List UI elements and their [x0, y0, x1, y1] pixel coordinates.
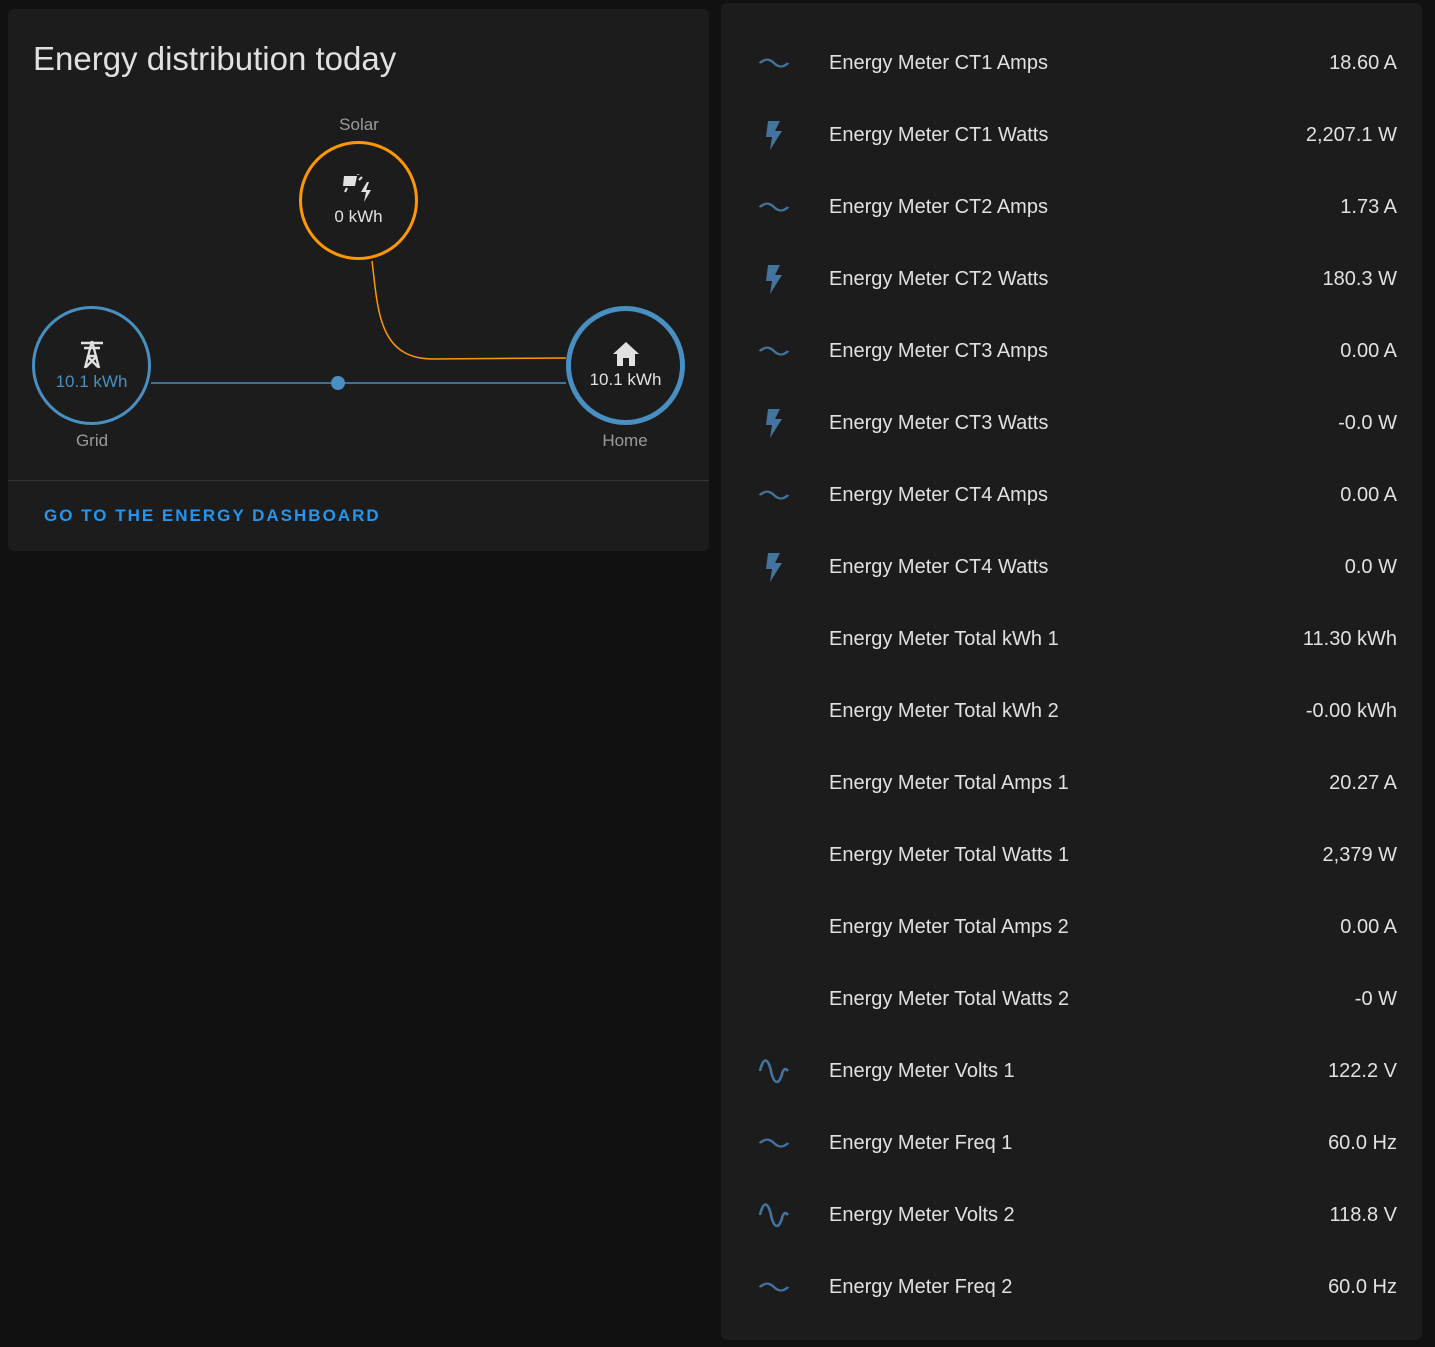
- entity-row[interactable]: Energy Meter Volts 1 122.2 V: [721, 1035, 1422, 1107]
- grid-value: 10.1 kWh: [55, 372, 128, 391]
- entity-name: Energy Meter CT2 Amps: [829, 196, 1048, 218]
- entity-value: 20.27 A: [1329, 772, 1397, 794]
- home-label: Home: [602, 431, 648, 450]
- solar-to-home-line: [371, 260, 567, 360]
- entity-name: Energy Meter Total Amps 2: [829, 916, 1069, 938]
- flash-icon: [757, 262, 791, 296]
- entity-row[interactable]: Energy Meter CT2 Watts 180.3 W: [721, 243, 1422, 315]
- entity-value: 0.00 A: [1340, 340, 1397, 362]
- entity-value: -0.0 W: [1338, 412, 1397, 434]
- current-ac-icon: [757, 190, 791, 224]
- entity-name: Energy Meter CT3 Watts: [829, 412, 1049, 434]
- entity-name: Energy Meter Volts 1: [829, 1060, 1015, 1082]
- empty-icon-slot: [757, 982, 791, 1016]
- entity-name: Energy Meter Total Watts 1: [829, 844, 1070, 866]
- entity-row[interactable]: Energy Meter Total Amps 2 0.00 A: [721, 891, 1422, 963]
- entity-value: 0.0 W: [1344, 556, 1397, 578]
- grid-node[interactable]: 10.1 kWh: [32, 306, 151, 425]
- entity-row[interactable]: Energy Meter Total Amps 1 20.27 A: [721, 747, 1422, 819]
- entity-name: Energy Meter Total Watts 2: [829, 988, 1070, 1010]
- entity-value: 0.00 A: [1340, 916, 1397, 938]
- empty-icon-slot: [757, 910, 791, 944]
- current-ac-icon: [757, 1270, 791, 1304]
- entity-name: Energy Meter Total kWh 1: [829, 628, 1059, 650]
- entity-row[interactable]: Energy Meter Freq 2 60.0 Hz: [721, 1251, 1422, 1323]
- solar-node[interactable]: 0 kWh: [299, 141, 418, 260]
- entity-name: Energy Meter CT1 Watts: [829, 124, 1049, 146]
- entity-name: Energy Meter CT1 Amps: [829, 52, 1048, 74]
- entity-value: 180.3 W: [1322, 268, 1397, 290]
- home-value: 10.1 kWh: [589, 370, 662, 389]
- current-ac-icon: [757, 46, 791, 80]
- entity-row[interactable]: Energy Meter Freq 1 60.0 Hz: [721, 1107, 1422, 1179]
- entity-row[interactable]: Energy Meter CT4 Watts 0.0 W: [721, 531, 1422, 603]
- flash-icon: [757, 118, 791, 152]
- entity-name: Energy Meter Volts 2: [829, 1204, 1015, 1226]
- entity-value: -0 W: [1354, 988, 1397, 1010]
- entity-name: Energy Meter Freq 2: [829, 1276, 1013, 1298]
- current-ac-icon: [757, 478, 791, 512]
- entity-value: 1.73 A: [1340, 196, 1397, 218]
- entity-row[interactable]: Energy Meter CT1 Watts 2,207.1 W: [721, 99, 1422, 171]
- entity-value: 122.2 V: [1328, 1060, 1397, 1082]
- entity-row[interactable]: Energy Meter CT3 Amps 0.00 A: [721, 315, 1422, 387]
- empty-icon-slot: [757, 694, 791, 728]
- current-ac-icon: [757, 334, 791, 368]
- grid-flow-dot: [331, 376, 345, 390]
- entity-row[interactable]: Energy Meter CT2 Amps 1.73 A: [721, 171, 1422, 243]
- empty-icon-slot: [757, 622, 791, 656]
- flash-icon: [757, 550, 791, 584]
- entity-row[interactable]: Energy Meter Total Watts 1 2,379 W: [721, 819, 1422, 891]
- transmission-tower-icon: [80, 340, 103, 369]
- sine-wave-icon: [757, 1054, 791, 1088]
- entity-name: Energy Meter CT4 Watts: [829, 556, 1049, 578]
- card-divider: [8, 480, 709, 481]
- entity-row[interactable]: Energy Meter Total kWh 1 11.30 kWh: [721, 603, 1422, 675]
- grid-label: Grid: [75, 431, 109, 450]
- entity-row[interactable]: Energy Meter CT1 Amps 18.60 A: [721, 27, 1422, 99]
- empty-icon-slot: [757, 838, 791, 872]
- entity-value: 18.60 A: [1329, 52, 1397, 74]
- entity-value: 11.30 kWh: [1302, 628, 1397, 650]
- entity-value: 0.00 A: [1340, 484, 1397, 506]
- entity-row[interactable]: Energy Meter CT4 Amps 0.00 A: [721, 459, 1422, 531]
- entity-row[interactable]: Energy Meter Total Watts 2 -0 W: [721, 963, 1422, 1035]
- flash-icon: [757, 406, 791, 440]
- entity-value: 60.0 Hz: [1328, 1276, 1397, 1298]
- entity-value: 2,379 W: [1322, 844, 1397, 866]
- sine-wave-icon: [757, 1198, 791, 1232]
- entity-name: Energy Meter Total Amps 1: [829, 772, 1069, 794]
- entity-value: 118.8 V: [1329, 1204, 1397, 1226]
- solar-value: 0 kWh: [334, 207, 383, 226]
- entity-name: Energy Meter CT3 Amps: [829, 340, 1048, 362]
- entity-value: 2,207.1 W: [1305, 124, 1397, 146]
- entity-row[interactable]: Energy Meter Volts 2 118.8 V: [721, 1179, 1422, 1251]
- solar-power-icon: [342, 174, 371, 202]
- energy-distribution-card: Energy distribution today Solar 0 kWh 10…: [8, 9, 709, 551]
- entity-name: Energy Meter Freq 1: [829, 1132, 1013, 1154]
- entity-name: Energy Meter Total kWh 2: [829, 700, 1059, 722]
- home-icon: [612, 342, 639, 366]
- entity-name: Energy Meter CT2 Watts: [829, 268, 1049, 290]
- entity-value: 60.0 Hz: [1328, 1132, 1397, 1154]
- solar-label: Solar: [339, 115, 379, 134]
- entity-name: Energy Meter CT4 Amps: [829, 484, 1048, 506]
- entity-row[interactable]: Energy Meter Total kWh 2 -0.00 kWh: [721, 675, 1422, 747]
- entity-row[interactable]: Energy Meter CT3 Watts -0.0 W: [721, 387, 1422, 459]
- current-ac-icon: [757, 1126, 791, 1160]
- entities-card: Energy Meter CT1 Amps 18.60 A Energy Mete…: [721, 3, 1422, 1340]
- entity-value: -0.00 kWh: [1305, 700, 1397, 722]
- energy-dashboard-link[interactable]: GO TO THE ENERGY DASHBOARD: [44, 506, 381, 526]
- empty-icon-slot: [757, 766, 791, 800]
- home-node[interactable]: 10.1 kWh: [566, 306, 685, 425]
